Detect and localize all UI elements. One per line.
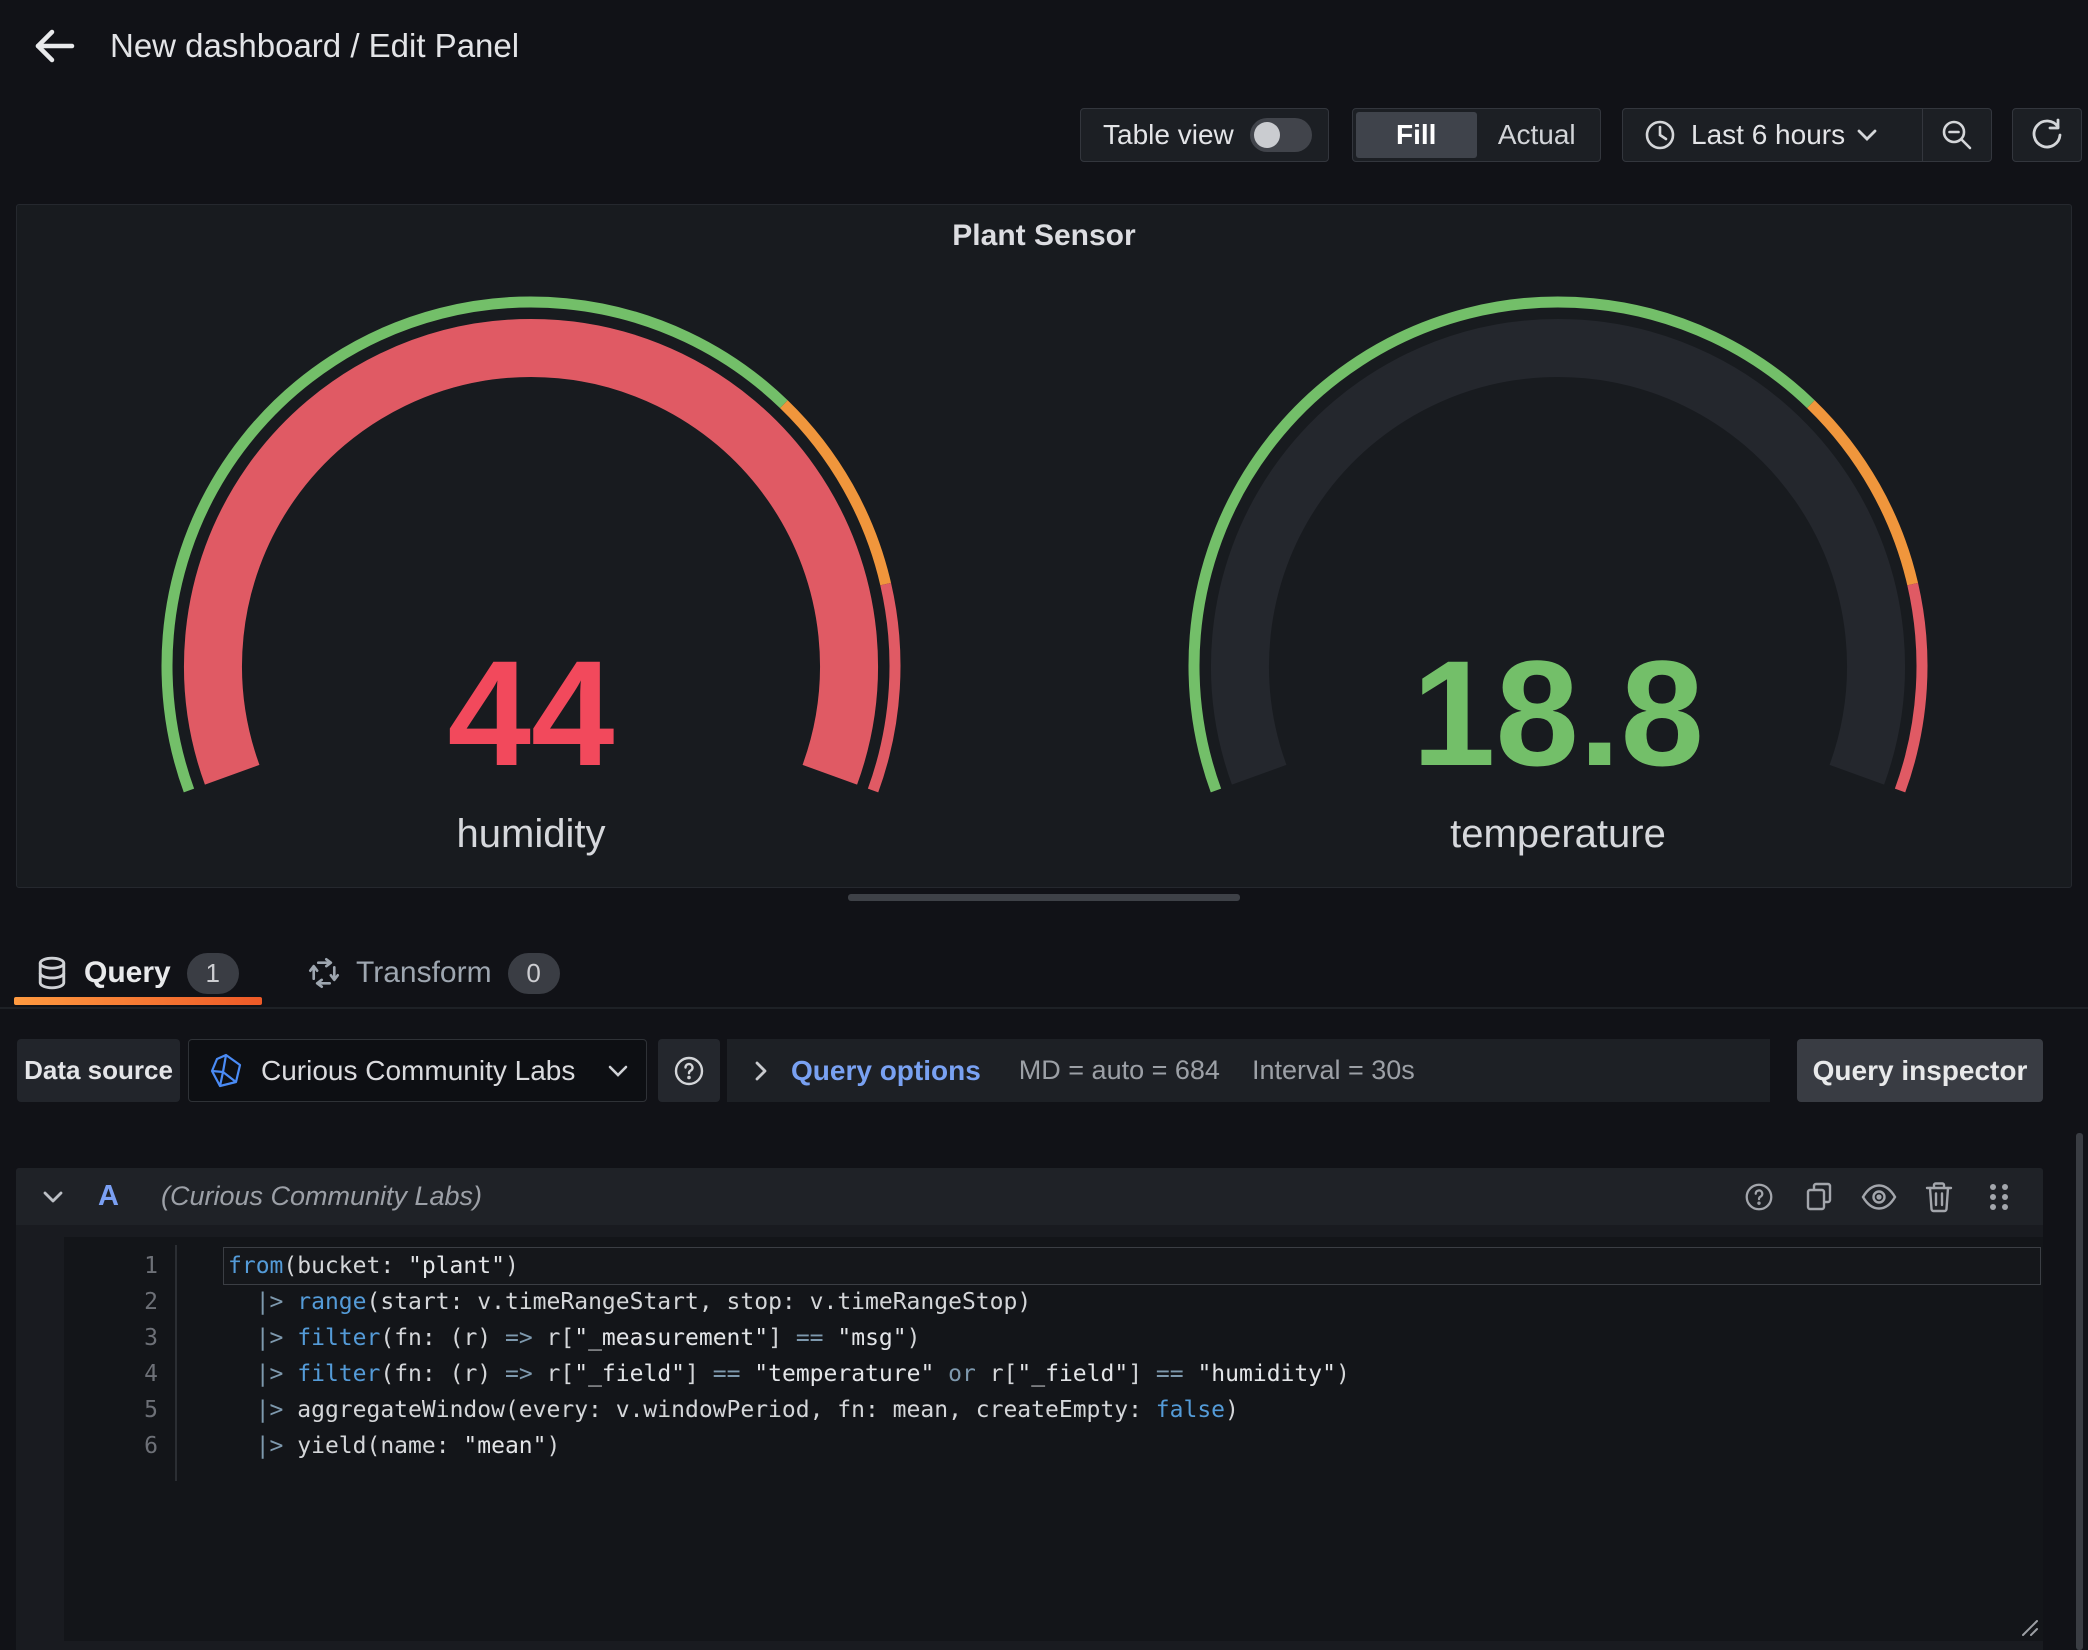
gauge-temperature: 18.8 temperature bbox=[1044, 281, 2071, 887]
back-button[interactable] bbox=[28, 20, 80, 72]
transform-icon bbox=[308, 957, 340, 989]
delete-query-button[interactable] bbox=[1921, 1179, 1957, 1215]
refresh-button[interactable] bbox=[2012, 108, 2082, 162]
chevron-down-icon[interactable] bbox=[42, 1189, 64, 1205]
question-circle-icon bbox=[671, 1053, 707, 1089]
chevron-down-icon bbox=[1857, 128, 1877, 142]
gauge-humidity: 44 humidity bbox=[17, 281, 1044, 887]
table-view-label: Table view bbox=[1103, 119, 1234, 151]
query-row-header[interactable]: A (Curious Community Labs) bbox=[16, 1168, 2043, 1225]
drag-handle-icon[interactable] bbox=[1981, 1179, 2017, 1215]
data-source-picker[interactable]: Curious Community Labs bbox=[188, 1039, 647, 1102]
panel-resize-handle[interactable] bbox=[848, 894, 1240, 901]
query-help-button[interactable] bbox=[1741, 1179, 1777, 1215]
database-icon bbox=[36, 956, 68, 990]
max-data-points-readout: MD = auto = 684 bbox=[1019, 1055, 1220, 1086]
time-range-group: Last 6 hours bbox=[1622, 108, 1992, 162]
query-options-link[interactable]: Query options bbox=[791, 1055, 981, 1087]
refresh-icon bbox=[2029, 117, 2065, 153]
toggle-knob bbox=[1254, 122, 1280, 148]
query-ref-id[interactable]: A bbox=[98, 1180, 119, 1213]
code-line[interactable]: 3 |> filter(fn: (r) => r["_measurement"]… bbox=[64, 1320, 2043, 1356]
duplicate-query-button[interactable] bbox=[1801, 1179, 1837, 1215]
tab-transform[interactable]: Transform 0 bbox=[286, 941, 548, 1005]
table-view-toggle[interactable] bbox=[1250, 118, 1312, 152]
svg-text:18.8: 18.8 bbox=[1412, 629, 1704, 797]
magnifier-minus-icon bbox=[1940, 118, 1974, 152]
flux-code-editor[interactable]: 1from(bucket: "plant")2 |> range(start: … bbox=[64, 1237, 2043, 1641]
tabs-divider bbox=[0, 1007, 2088, 1009]
clock-icon bbox=[1643, 118, 1677, 152]
svg-text:temperature: temperature bbox=[1450, 812, 1666, 856]
gauge-temperature-svg: 18.8 temperature bbox=[1173, 281, 1943, 901]
query-inspector-button[interactable]: Query inspector bbox=[1797, 1039, 2043, 1102]
code-line[interactable]: 6 |> yield(name: "mean") bbox=[64, 1428, 2043, 1464]
toggle-visibility-button[interactable] bbox=[1861, 1179, 1897, 1215]
influxdb-icon bbox=[207, 1052, 245, 1090]
time-range-label[interactable]: Last 6 hours bbox=[1691, 119, 1845, 151]
size-mode-group: Fill Actual bbox=[1352, 108, 1601, 162]
tab-transform-label: Transform bbox=[356, 956, 492, 990]
query-row-card: A (Curious Community Labs) bbox=[16, 1168, 2043, 1650]
svg-text:44: 44 bbox=[447, 629, 614, 797]
table-view-control: Table view bbox=[1080, 108, 1329, 162]
active-tab-underline bbox=[14, 997, 262, 1005]
time-zoom-out-button[interactable] bbox=[1923, 109, 1991, 161]
query-actions bbox=[1741, 1179, 2017, 1215]
tab-query-count-badge: 1 bbox=[187, 953, 239, 994]
data-source-label: Data source bbox=[17, 1039, 180, 1102]
gauge-humidity-svg: 44 humidity bbox=[146, 281, 916, 901]
panel-plant-sensor: Plant Sensor 44 humidity 18.8 temperature bbox=[16, 204, 2072, 888]
tab-query[interactable]: Query 1 bbox=[14, 941, 262, 1005]
fill-button[interactable]: Fill bbox=[1356, 112, 1477, 158]
query-datasource-hint: (Curious Community Labs) bbox=[161, 1181, 482, 1212]
code-line[interactable]: 4 |> filter(fn: (r) => r["_field"] == "t… bbox=[64, 1356, 2043, 1392]
arrow-left-icon bbox=[30, 22, 78, 70]
query-options-bar: Query options MD = auto = 684 Interval =… bbox=[727, 1039, 1770, 1102]
tab-transform-count-badge: 0 bbox=[508, 953, 560, 994]
code-line[interactable]: 2 |> range(start: v.timeRangeStart, stop… bbox=[64, 1284, 2043, 1320]
data-source-name: Curious Community Labs bbox=[261, 1055, 575, 1087]
data-source-help-button[interactable] bbox=[658, 1039, 720, 1102]
interval-readout: Interval = 30s bbox=[1252, 1055, 1415, 1086]
page-title: New dashboard / Edit Panel bbox=[110, 22, 519, 70]
svg-text:humidity: humidity bbox=[456, 812, 605, 856]
editor-resize-grip[interactable] bbox=[2013, 1611, 2039, 1637]
tab-query-label: Query bbox=[84, 956, 171, 990]
chevron-down-icon bbox=[608, 1064, 628, 1078]
code-line[interactable]: 5 |> aggregateWindow(every: v.windowPeri… bbox=[64, 1392, 2043, 1428]
panel-title: Plant Sensor bbox=[17, 219, 2071, 253]
scrollbar-thumb[interactable] bbox=[2076, 1133, 2083, 1650]
code-line[interactable]: 1from(bucket: "plant") bbox=[64, 1248, 2043, 1284]
gauge-container: 44 humidity 18.8 temperature bbox=[17, 281, 2071, 887]
chevron-right-icon[interactable] bbox=[753, 1059, 769, 1083]
actual-button[interactable]: Actual bbox=[1477, 112, 1598, 158]
